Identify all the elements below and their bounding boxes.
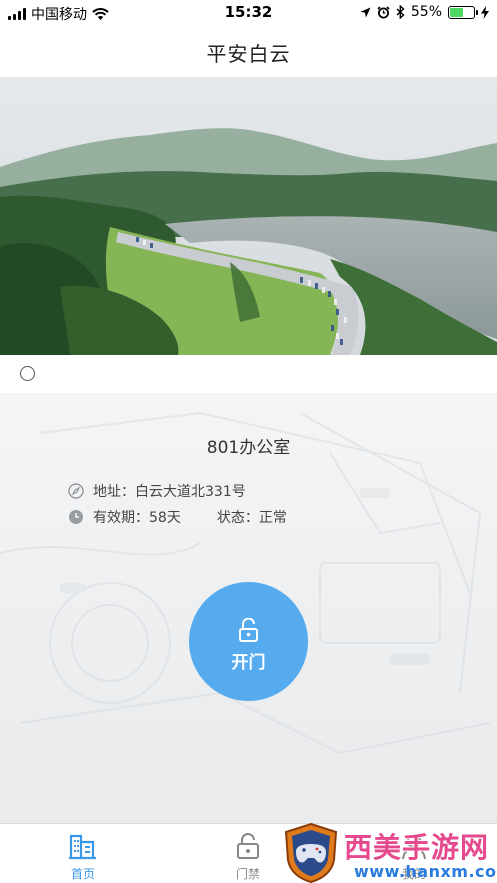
watermark-url: www.hanxm.com (354, 862, 497, 881)
banner-pager (0, 355, 497, 393)
page-title: 平安白云 (206, 42, 291, 66)
compass-icon (68, 483, 84, 499)
battery-icon (448, 5, 478, 19)
status-bar: 中国移动 15:32 55% (0, 0, 497, 26)
status-right: 55% (360, 4, 489, 20)
pager-dot-active[interactable] (20, 366, 35, 381)
battery-level (450, 7, 463, 17)
banner-carousel[interactable] (0, 77, 497, 355)
banner-image (0, 77, 497, 355)
open-door-button[interactable]: 开门 (189, 582, 308, 701)
tab-home[interactable]: 首页 (23, 824, 143, 883)
tab-home-label: 首页 (70, 867, 95, 881)
status-value: 正常 (258, 510, 287, 526)
validity-label: 有效期： (93, 510, 149, 526)
bluetooth-icon (396, 5, 405, 19)
location-arrow-icon (360, 7, 371, 17)
watermark: 西美手游网 www.hanxm.com (280, 820, 497, 883)
room-name: 801办公室 (206, 438, 291, 458)
address-label: 地址： (93, 484, 135, 500)
validity-value: 58天 (149, 510, 181, 526)
charging-bolt-icon (481, 5, 489, 19)
gamepad-shield-logo (284, 822, 338, 883)
validity-row: 有效期： 58天 状态： 正常 (68, 507, 287, 527)
address-row: 地址： 白云大道北331号 (68, 481, 246, 501)
lock-icon (237, 833, 259, 859)
clock-icon (69, 510, 83, 524)
address-value: 白云大道北331号 (135, 484, 246, 500)
building-icon (69, 834, 96, 860)
alarm-clock-icon (377, 5, 390, 18)
status-label: 状态： (216, 510, 259, 526)
navigation-bar: 平安白云 (0, 26, 497, 76)
watermark-brand-text: 西美手游网 (344, 831, 490, 864)
open-door-label: 开门 (231, 653, 266, 673)
unlock-icon (239, 618, 258, 642)
battery-percent: 55% (410, 4, 442, 20)
door-panel: 801办公室 地址： 白云大道北331号 有效期： 58天 状态： 正常 开门 (0, 393, 497, 823)
watermark-brand: 西美手游网 (344, 826, 489, 866)
